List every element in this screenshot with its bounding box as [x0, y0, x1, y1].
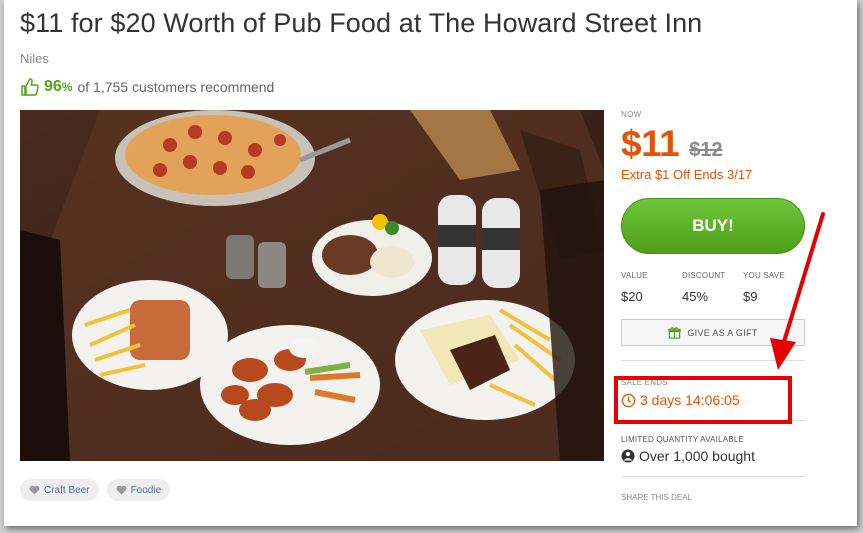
- deal-page: $11 for $20 Worth of Pub Food at The How…: [4, 0, 857, 526]
- stat-amount: $20: [621, 289, 643, 304]
- user-icon: [621, 449, 635, 463]
- deal-location-link[interactable]: Niles: [20, 51, 49, 66]
- promo-text: Extra $1 Off Ends 3/17: [621, 167, 753, 182]
- tag-craft-beer[interactable]: Craft Beer: [20, 479, 99, 501]
- tag-label: Foodie: [130, 484, 162, 496]
- recommend-text: of 1,755 customers recommend: [77, 79, 275, 95]
- original-price: $12: [689, 139, 723, 161]
- annotation-highlight-box: [614, 376, 792, 424]
- deal-title: $11 for $20 Worth of Pub Food at The How…: [20, 8, 703, 38]
- food-image: [20, 110, 604, 461]
- stat-amount: $9: [743, 289, 758, 304]
- give-as-gift-button[interactable]: GIVE AS A GIFT: [621, 319, 805, 346]
- stat-discount: DISCOUNT 45%: [682, 271, 743, 304]
- heart-icon: [116, 485, 127, 495]
- deal-stats: VALUE $20 DISCOUNT 45% YOU SAVE $9: [621, 271, 805, 304]
- deal-photo[interactable]: [20, 110, 604, 461]
- buy-button[interactable]: BUY!: [621, 198, 805, 254]
- deal-price: $11: [621, 123, 680, 164]
- limited-quantity-label: LIMITED QUANTITY AVAILABLE: [621, 435, 745, 444]
- stat-label: YOU SAVE: [743, 271, 785, 280]
- divider: [621, 476, 805, 477]
- tag-label: Craft Beer: [44, 484, 90, 496]
- tag-list: Craft Beer Foodie: [20, 479, 171, 501]
- purchase-panel: NOW $11 $12 Extra $1 Off Ends 3/17 BUY! …: [621, 110, 805, 502]
- tag-foodie[interactable]: Foodie: [106, 479, 171, 501]
- stat-label: VALUE: [621, 271, 648, 280]
- divider: [621, 360, 805, 361]
- now-label: NOW: [621, 110, 642, 119]
- bought-text: Over 1,000 bought: [639, 448, 755, 464]
- recommend-rating: 96% of 1,755 customers recommend: [20, 77, 274, 97]
- heart-icon: [29, 485, 40, 495]
- recommend-percent: 96%: [44, 78, 73, 95]
- thumbs-up-icon: [21, 78, 39, 96]
- quantity-section: LIMITED QUANTITY AVAILABLE Over 1,000 bo…: [621, 435, 805, 464]
- gift-icon: [668, 327, 682, 339]
- stat-you-save: YOU SAVE $9: [743, 271, 804, 304]
- stat-label: DISCOUNT: [682, 271, 726, 280]
- gift-label: GIVE AS A GIFT: [687, 327, 758, 338]
- share-label: SHARE THIS DEAL: [621, 493, 692, 502]
- price-row: $11 $12: [621, 123, 805, 165]
- stat-amount: 45%: [682, 289, 709, 304]
- bought-count: Over 1,000 bought: [621, 448, 805, 464]
- stat-value: VALUE $20: [621, 271, 682, 304]
